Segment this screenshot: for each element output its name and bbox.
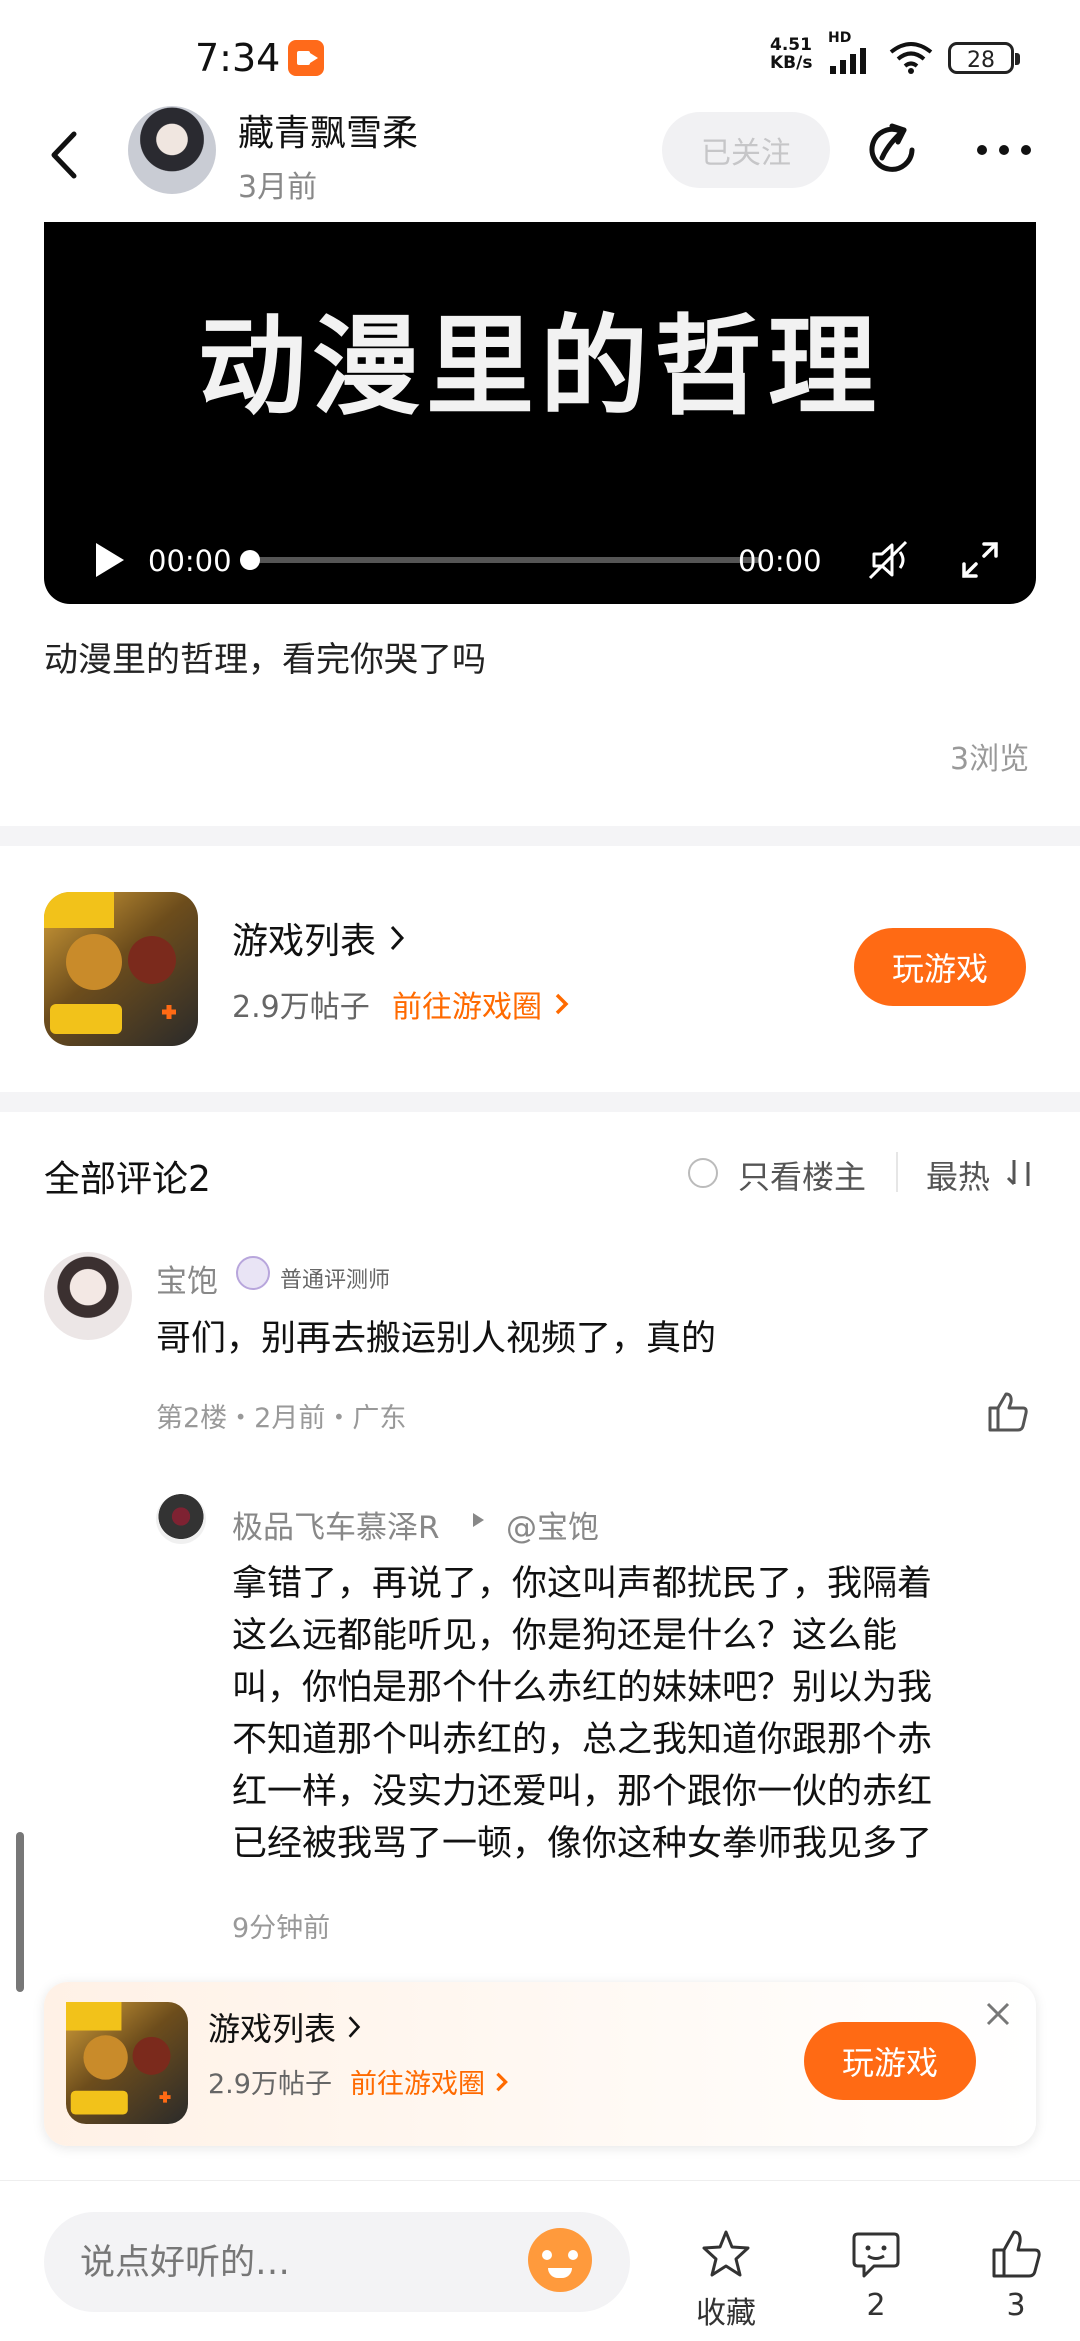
section-divider: [0, 1092, 1080, 1112]
video-progress-handle[interactable]: [240, 550, 260, 570]
game-post-count: 2.9万帖子: [208, 2069, 332, 2100]
chevron-right-icon: [390, 925, 405, 951]
video-title-overlay: 动漫里的哲理: [197, 305, 882, 430]
reply-to-icon: [473, 1513, 484, 1527]
game-list-link[interactable]: 游戏列表: [232, 912, 410, 964]
share-icon[interactable]: [862, 118, 926, 182]
only-owner-label[interactable]: 只看楼主: [738, 1152, 866, 1198]
commenter-avatar[interactable]: [44, 1252, 132, 1340]
video-current-time: 00:00: [148, 544, 232, 578]
like-button[interactable]: 3: [976, 2226, 1056, 2323]
comment-text[interactable]: 哥们，别再去搬运别人视频了，真的: [156, 1310, 716, 1361]
reply-text-line: 红一样，没实力还爱叫，那个跟你一伙的赤红: [232, 1772, 933, 1812]
network-speed-value: 4.51: [770, 35, 812, 55]
star-icon: [702, 2230, 750, 2277]
signal-icon: [830, 48, 866, 74]
sort-icon[interactable]: [1004, 1156, 1038, 1190]
hd-label: HD: [828, 30, 852, 46]
reply-text-line: 拿错了，再说了，你这叫声都扰民了，我隔着: [232, 1564, 933, 1604]
comment-icon: [852, 2232, 900, 2278]
reviewer-badge-label: 普通评测师: [280, 1268, 391, 1293]
chevron-right-icon: [348, 2016, 361, 2038]
reply-text[interactable]: 拿错了，再说了，你这叫声都扰民了，我隔着 这么远都能听见，你是狗还是什么？这么能…: [232, 1558, 1022, 1870]
reviewer-badge-icon: [236, 1256, 270, 1290]
screen-record-icon: [288, 40, 324, 76]
reply-text-line: 这么远都能听见，你是狗还是什么？这么能: [232, 1616, 898, 1656]
scrollbar[interactable]: [16, 1832, 24, 1992]
chevron-right-icon: [555, 993, 569, 1015]
only-owner-radio[interactable]: [688, 1158, 718, 1188]
reply-text-line: 已经被我骂了一顿，像你这种女拳师我见多了: [232, 1824, 933, 1864]
comment-input[interactable]: [78, 2212, 522, 2314]
follow-button[interactable]: 已关注: [662, 112, 830, 188]
favorite-label: 收藏: [696, 2296, 756, 2331]
play-icon[interactable]: [86, 538, 130, 582]
post-text: 动漫里的哲理，看完你哭了吗: [44, 640, 486, 680]
game-name: 游戏列表: [232, 921, 377, 962]
view-count: 3浏览: [950, 742, 1030, 777]
game-name: 游戏列表: [208, 2010, 337, 2048]
comment-button[interactable]: 2: [836, 2226, 916, 2323]
comment-count: 2: [866, 2288, 886, 2323]
reply-text-line: 不知道那个叫赤红的，总之我知道你跟那个赤: [232, 1720, 933, 1760]
reply-mention[interactable]: @宝饱: [506, 1502, 599, 1547]
reply-time: 9分钟前: [232, 1913, 331, 1944]
reply-avatar[interactable]: [156, 1494, 206, 1544]
play-game-button[interactable]: 玩游戏: [854, 928, 1026, 1006]
thumbs-up-icon: [992, 2230, 1041, 2278]
floating-game-card[interactable]: 游戏列表 2.9万帖子 前往游戏圈 玩游戏: [44, 1982, 1036, 2146]
network-speed-unit: KB/s: [770, 53, 813, 73]
post-time: 3月前: [238, 170, 318, 205]
back-icon[interactable]: [40, 120, 90, 190]
reply-text-line: 叫，你怕是那个什么赤红的妹妹吧？别以为我: [232, 1668, 933, 1708]
video-progress-bar[interactable]: [244, 557, 760, 563]
network-speed: 4.51 KB/s: [770, 36, 812, 72]
wifi-icon: [889, 42, 933, 74]
status-time: 7:34: [195, 36, 281, 80]
game-post-count: 2.9万帖子: [232, 990, 370, 1025]
goto-game-circle-label: 前往游戏圈: [392, 990, 542, 1025]
battery-indicator: 28: [948, 42, 1020, 74]
play-game-button[interactable]: 玩游戏: [804, 2022, 976, 2100]
game-icon[interactable]: [44, 892, 198, 1046]
comments-title: 全部评论2: [44, 1159, 211, 1200]
chevron-right-icon: [496, 2072, 508, 2091]
goto-game-circle-link[interactable]: 前往游戏圈: [350, 2062, 513, 2101]
mute-icon[interactable]: [862, 534, 914, 586]
game-list-link[interactable]: 游戏列表: [208, 2004, 366, 2050]
sort-label[interactable]: 最热: [926, 1152, 990, 1198]
author-name[interactable]: 藏青飘雪柔: [238, 104, 418, 156]
mascot-icon[interactable]: [528, 2228, 592, 2292]
section-divider: [0, 826, 1080, 846]
game-icon[interactable]: [66, 2002, 188, 2124]
divider: [896, 1152, 898, 1192]
commenter-name[interactable]: 宝饱: [156, 1256, 218, 1301]
reply-author-name[interactable]: 极品飞车慕泽R: [232, 1502, 440, 1547]
video-player[interactable]: 动漫里的哲理 00:00 00:00: [44, 222, 1036, 604]
close-icon[interactable]: [980, 1996, 1016, 2032]
more-icon[interactable]: [972, 132, 1036, 168]
goto-game-circle-label: 前往游戏圈: [350, 2069, 485, 2100]
like-count: 3: [1006, 2288, 1026, 2323]
fullscreen-icon[interactable]: [956, 536, 1004, 584]
video-total-time: 00:00: [738, 544, 822, 578]
favorite-button[interactable]: 收藏: [686, 2226, 766, 2332]
like-icon[interactable]: [986, 1390, 1030, 1434]
author-avatar[interactable]: [128, 106, 216, 194]
goto-game-circle-link[interactable]: 前往游戏圈: [392, 982, 574, 1026]
comment-meta: 第2楼・2月前・广东: [156, 1403, 407, 1434]
